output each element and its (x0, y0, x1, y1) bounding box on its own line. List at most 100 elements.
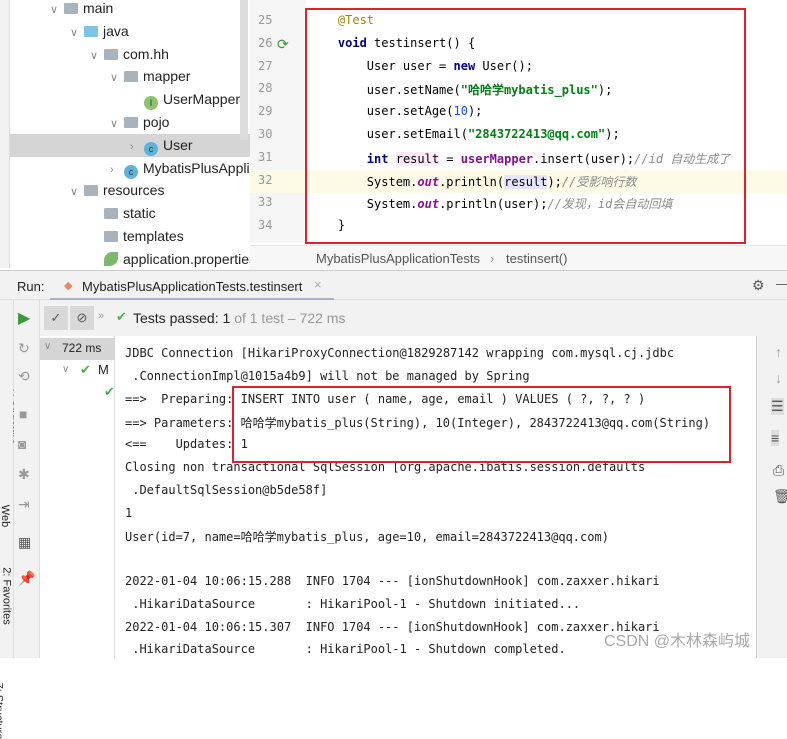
line-number: 33 (258, 195, 273, 210)
side-tab-structure[interactable]: 7: Structure (0, 683, 4, 739)
interface-icon: I (144, 96, 158, 111)
class-icon: c (144, 141, 158, 156)
source-folder-icon (84, 25, 98, 37)
tree-item-label: pojo (143, 114, 170, 130)
tree-item-label: mapper (143, 68, 191, 85)
line-number: 32 (258, 172, 273, 187)
tree-item[interactable]: ∨ com.hh (90, 43, 169, 66)
side-tab-web[interactable]: Web (0, 505, 11, 527)
tree-item[interactable]: ∨ resources (70, 179, 164, 202)
console-line: 2022-01-04 10:06:15.288 INFO 1704 --- [i… (125, 574, 660, 588)
tree-item[interactable]: application.properties (90, 248, 256, 271)
chevron-right-icon[interactable]: › (110, 159, 124, 182)
tree-item-label: User (163, 136, 193, 153)
console-line: .ConnectionImpl@1015a4b9] will not be ma… (125, 368, 530, 383)
soft-wrap-icon[interactable]: ☰ (771, 398, 784, 415)
show-ignored-toggle[interactable]: ⊘ (70, 306, 94, 330)
tree-item[interactable]: ∨ main (50, 0, 113, 20)
rerun-failed-icon[interactable]: ↻ (18, 340, 30, 357)
trash-icon[interactable]: 🗑 (773, 488, 787, 505)
tree-item-label: java (103, 22, 129, 39)
chevron-down-icon[interactable]: ∨ (110, 113, 124, 136)
status-count: 1 (222, 310, 231, 326)
stop-icon[interactable]: ■ (19, 406, 27, 422)
console-line: 1 (125, 505, 133, 520)
arrow-up-icon[interactable]: ↑ (775, 344, 782, 360)
pass-check-icon: ✔ (104, 384, 115, 399)
chevron-down-icon[interactable]: ∨ (62, 364, 69, 375)
run-tab[interactable]: MybatisPlusApplicationTests.testinsert (82, 279, 302, 294)
chevron-down-icon[interactable]: ∨ (50, 0, 64, 22)
status-rest: of 1 test – 722 ms (234, 310, 346, 326)
console-toolbar: ↑ ↓ ☰ ≡ ⎙ 🗑 (757, 336, 787, 658)
layout-icon[interactable]: ▦ (18, 534, 31, 551)
console-line: .HikariDataSource : HikariPool-1 - Shutd… (125, 642, 566, 657)
folder-icon (64, 3, 78, 14)
test-results-tree: ∨ 722 ms ∨ ✔ M ✔ (40, 336, 115, 658)
tree-item[interactable]: ∨ pojo (110, 111, 169, 134)
print-icon[interactable]: ⎙ (773, 462, 784, 479)
close-tab-icon[interactable]: × (314, 277, 322, 292)
debug-icon[interactable]: ✱ (18, 466, 30, 483)
tool-strip (0, 0, 10, 268)
console-line: JDBC Connection [HikariProxyConnection@1… (125, 346, 675, 360)
tree-scrollbar[interactable] (240, 0, 248, 140)
scroll-to-end-icon[interactable]: ≡ (771, 430, 780, 446)
arrow-down-icon[interactable]: ↓ (775, 370, 782, 386)
chevron-down-icon[interactable]: ∨ (70, 181, 84, 204)
folder-icon (104, 208, 118, 220)
tree-item[interactable]: ∨ mapper (110, 65, 190, 88)
line-number: 27 (258, 58, 273, 73)
test-class-item[interactable]: M (98, 362, 109, 377)
chevron-down-icon[interactable]: ∨ (90, 45, 104, 68)
folder-icon (104, 231, 118, 242)
highlight-box-sql (232, 386, 731, 463)
line-number: 28 (258, 81, 273, 96)
line-number: 29 (258, 104, 273, 119)
tree-item-label: UserMapper (163, 91, 241, 108)
breadcrumb-class[interactable]: MybatisPlusApplicationTests (316, 251, 480, 266)
tree-item[interactable]: I UserMapper (130, 88, 240, 111)
test-tab-icon: ◆ (64, 280, 73, 292)
chevron-down-icon[interactable]: ∨ (110, 67, 124, 90)
package-icon (124, 117, 138, 128)
chevron-down-icon[interactable]: ∨ (70, 22, 84, 45)
test-status: Tests passed: 1 of 1 test – 722 ms (133, 310, 345, 326)
watermark: CSDN @木林森屿城 (604, 633, 751, 650)
tree-item[interactable]: ∨ java (70, 20, 129, 43)
toggle-auto-test-icon[interactable]: ⟲ (18, 368, 30, 385)
chevron-right-icon[interactable]: › (130, 136, 144, 159)
tree-item-label: templates (123, 228, 184, 244)
camera-icon[interactable]: ◙ (18, 436, 26, 452)
tree-item[interactable]: › c User (10, 133, 250, 159)
tree-item[interactable]: › c MybatisPlusAppli (110, 157, 250, 180)
export-icon[interactable]: ⇥ (18, 496, 30, 513)
pin-icon[interactable]: 📌 (18, 570, 35, 587)
gear-icon[interactable]: ⚙ (752, 277, 765, 294)
minimize-icon[interactable]: — (776, 276, 787, 291)
console-line: 2022-01-04 10:06:15.307 INFO 1704 --- [i… (125, 619, 660, 634)
line-number: 31 (258, 149, 273, 164)
test-root-row[interactable]: ∨ 722 ms (40, 338, 115, 360)
status-prefix: Tests passed: (133, 310, 219, 326)
console-output[interactable]: JDBC Connection [HikariProxyConnection@1… (115, 336, 757, 658)
tree-item[interactable]: templates (90, 225, 184, 248)
run-test-gutter-icon[interactable]: ⟳ (277, 36, 289, 53)
line-number: 26 (258, 35, 273, 50)
breadcrumb-method[interactable]: testinsert() (506, 251, 567, 266)
run-label: Run: (17, 279, 45, 294)
tree-item[interactable]: static (90, 202, 156, 225)
tree-item-label: application.properties (123, 250, 257, 267)
chevron-down-icon[interactable]: ∨ (44, 341, 51, 352)
breadcrumb-separator: › (490, 251, 495, 266)
line-number: 25 (258, 13, 273, 27)
package-icon (104, 48, 118, 60)
resources-folder-icon (84, 185, 98, 197)
line-number: 30 (258, 127, 273, 141)
highlight-box-code (305, 8, 746, 244)
rerun-icon[interactable]: ▶ (18, 308, 30, 328)
more-icon[interactable]: » (98, 310, 104, 322)
project-tree: ∨ main ∨ java ∨ com.hh ∨ mapper I UserMapper ∨ pojo… (0, 0, 256, 290)
show-passed-toggle[interactable]: ✓ (44, 306, 68, 330)
side-tab-favorites[interactable]: 2: Favorites (1, 567, 13, 624)
